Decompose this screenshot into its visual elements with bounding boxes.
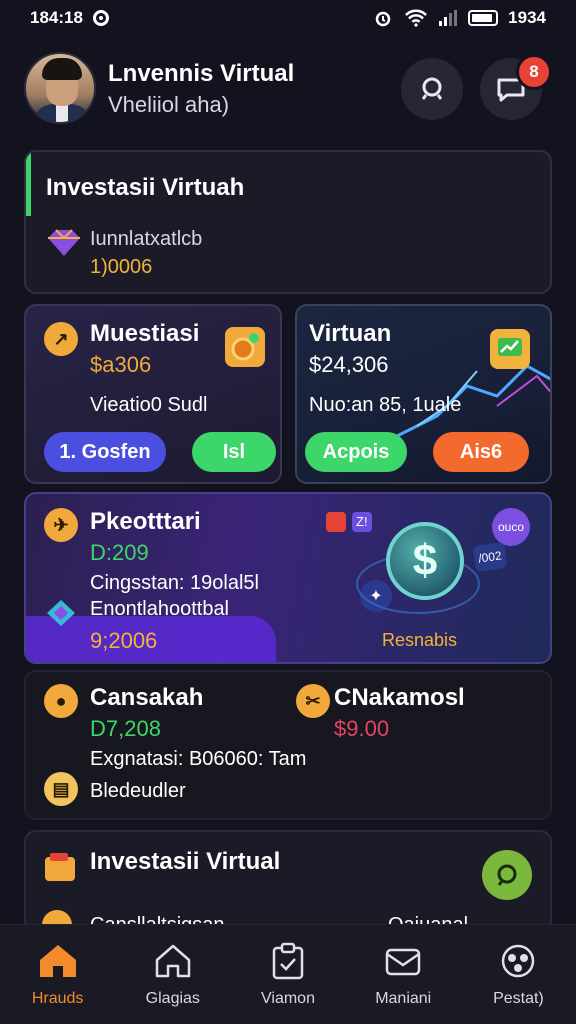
promo-label: Enontlahoottbal [90,598,230,620]
chat-bubble-icon [497,864,517,886]
status-right: 1934 [372,8,546,28]
investment-card-right[interactable]: Virtuan $24,306 Nuo:an 85, 1uale Acpois … [295,304,552,484]
user-subtitle: Vheliiol aha) [108,92,230,117]
nav-label-2: Glagias [145,989,200,1007]
promo-title: Pkeotttari [90,508,201,535]
dollar-coin-icon: $ [386,522,464,600]
avatar[interactable] [24,52,96,124]
split-right-title: CNakamosl [334,684,465,711]
card-left-desc: Vieatio0 Sudl [90,394,208,416]
clipboard-icon [272,942,304,979]
promo-badge-small: ouco [492,508,530,546]
nav-item-home[interactable]: Hrauds [0,925,115,1024]
document-icon: ▤ [44,772,78,806]
card-right-secondary-button[interactable]: Ais6 [433,432,529,472]
nav-label-4: Maniani [375,989,432,1007]
status-right-text: 1934 [508,8,546,27]
summary-label: Iunnlatxatlcb [90,228,203,250]
card-right-title: Virtuan [309,320,392,347]
money-box-icon [225,327,265,367]
diamond-icon [47,600,75,626]
promo-value: 9;2006 [90,628,158,653]
signal-icon [439,10,458,26]
nav-item-2[interactable]: Glagias [115,925,230,1024]
promo-badge-top-left: Z! [352,512,372,532]
split-line: Exgnatasi: B06060: Tam [90,748,307,770]
search-icon [421,77,443,100]
promo-badge-small2: /002 [472,541,508,573]
card-left-primary-button[interactable]: 1. Gosfen [44,432,166,472]
status-left: 184:18 [30,8,109,28]
bottom-card-title: Investasii Virtual [90,848,281,875]
promo-line: Cingsstan: 19olal5l [90,572,259,594]
status-time: 184:18 [30,8,83,27]
search-button[interactable] [401,58,463,120]
investment-card-left[interactable]: ↗ Muestiasi $a306 Vieatio0 Sudl 1. Gosfe… [24,304,282,484]
nav-label-3: Viamon [261,989,315,1007]
investment-summary-card[interactable]: Investasii Virtuah Iunnlatxatlcb 1)0006 [24,150,552,294]
chart-icon: ↗ [44,322,78,356]
card-left-secondary-button[interactable]: Isl [192,432,276,472]
split-right-value: $9.00 [334,716,390,741]
home-icon [39,944,76,977]
chat-bubble-button[interactable] [482,850,532,900]
status-bar: 184:18 1934 [0,0,576,36]
card-right-desc: Nuo:an 85, 1uale [309,394,462,416]
gem-icon [48,229,80,256]
rocket-icon: ✈ [44,508,78,542]
card-right-primary-button[interactable]: Acpois [305,432,407,472]
user-icon: ● [44,684,78,718]
card-accent-bar [26,152,31,216]
split-label: Bledeudler [90,780,186,802]
alarm-icon [375,11,391,27]
screen-record-icon [92,10,109,26]
settings-globe-icon [502,944,535,977]
house-outline-icon [155,944,191,977]
promo-action[interactable]: Resnabis [382,630,457,651]
nav-item-4[interactable]: Maniani [346,925,461,1024]
bottom-navigation: Hrauds Glagias Viamon Maniani Pestat) [0,924,576,1024]
nav-label-5: Pestat) [493,989,544,1007]
house-mini-icon [326,512,346,532]
growth-box-icon [490,329,530,369]
nav-item-3[interactable]: Viamon [230,925,345,1024]
split-left-title: Cansakah [90,684,204,711]
summary-title: Investasii Virtuah [46,174,245,201]
nav-item-5[interactable]: Pestat) [461,925,576,1024]
user-name: Lnvennis Virtual [108,60,295,87]
tools-icon: ✂ [296,684,330,718]
card-right-amount: $24,306 [309,352,389,377]
header: Lnvennis Virtual Vheliiol aha) 8 [0,44,576,134]
card-left-amount: $a306 [90,352,152,377]
split-info-card[interactable]: ● Cansakah D7,208 ✂ CNakamosl $9.00 Exgn… [24,670,552,820]
wifi-icon [405,9,428,27]
nav-label-home: Hrauds [31,989,84,1007]
split-left-value: D7,208 [90,716,161,741]
notification-badge: 8 [516,54,552,90]
battery-icon [468,10,499,26]
summary-value: 1)0006 [90,256,153,278]
wallet-icon [45,853,75,881]
mail-icon [385,948,421,975]
promo-amount: D:209 [90,540,149,565]
card-left-title: Muestiasi [90,320,200,347]
